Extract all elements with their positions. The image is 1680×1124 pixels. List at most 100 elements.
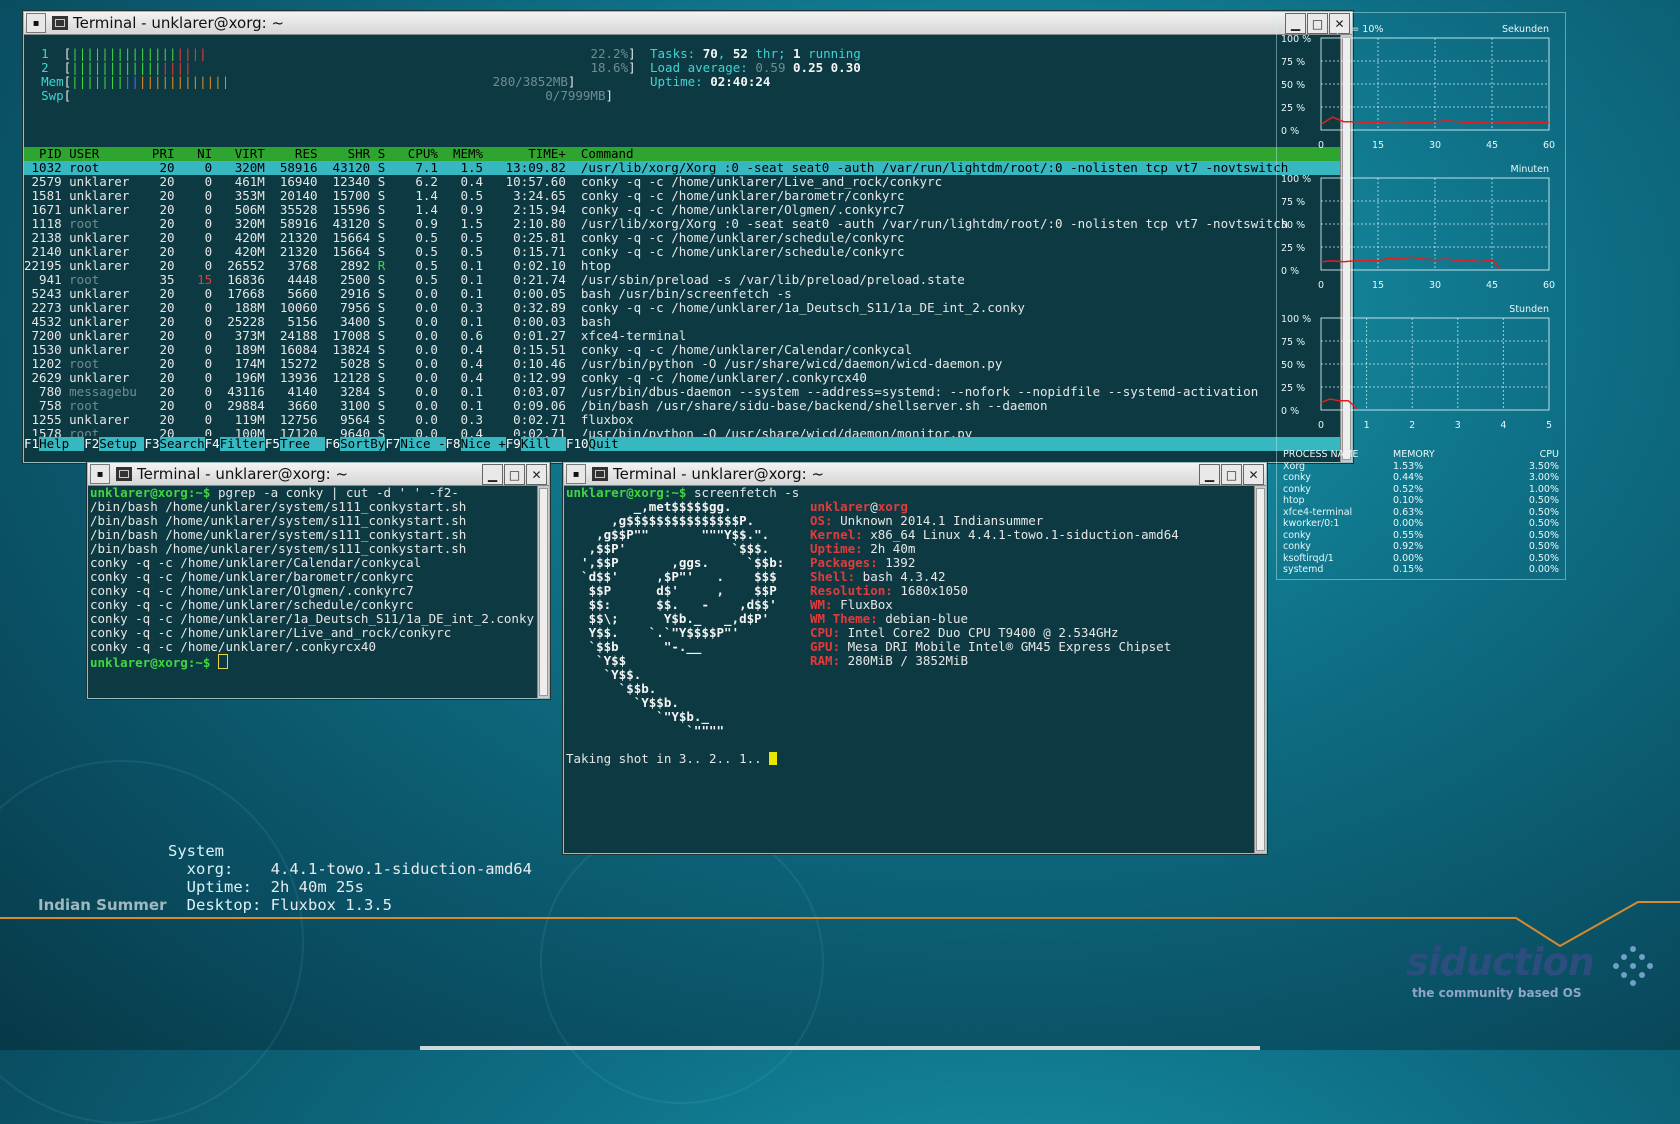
window-menu-icon[interactable]: ▪ bbox=[90, 464, 110, 484]
x-tick-label: 60 bbox=[1543, 280, 1555, 291]
col-cpu: CPU bbox=[1539, 449, 1559, 460]
pgrep-output[interactable]: unklarer@xorg:~$ pgrep -a conky | cut -d… bbox=[88, 486, 537, 698]
process-row[interactable]: 1202 root 20 0 174M 15272 5028 S 0.0 0.4… bbox=[24, 357, 1340, 371]
terminal-icon bbox=[52, 16, 68, 30]
chart-title: Minuten bbox=[1511, 164, 1549, 175]
cursor bbox=[769, 752, 778, 765]
process-table[interactable]: 1032 root 20 0 320M 58916 43120 S 7.1 1.… bbox=[24, 161, 1340, 441]
process-row[interactable]: 2629 unklarer 20 0 196M 13936 12128 S 0.… bbox=[24, 371, 1340, 385]
minimize-icon[interactable]: ▁ bbox=[482, 464, 503, 485]
prompt-line[interactable]: unklarer@xorg:~$ bbox=[90, 654, 537, 670]
process-row[interactable]: 758 root 20 0 29884 3660 3100 S 0.0 0.1 … bbox=[24, 399, 1340, 413]
maximize-icon[interactable]: □ bbox=[1221, 464, 1242, 485]
fkey-f5[interactable]: F5 bbox=[264, 436, 280, 451]
conky-monitor-panel: 100 % 75 % 50 % 25 % 0 % 0 15 30 45 60 Sekunden cpu… bbox=[1276, 12, 1566, 580]
sysinfo-row: xorg: 4.4.1-towo.1-siduction-amd64 bbox=[168, 860, 532, 878]
y-tick-label: 75 % bbox=[1281, 337, 1305, 348]
background-swirl bbox=[540, 820, 824, 1104]
x-tick-label: 0 bbox=[1318, 280, 1324, 291]
fkey-f9[interactable]: F9 bbox=[505, 436, 521, 451]
terminal-icon bbox=[116, 467, 132, 481]
close-icon[interactable]: ✕ bbox=[526, 464, 547, 485]
x-tick-label: 30 bbox=[1429, 280, 1441, 291]
process-row[interactable]: 2140 unklarer 20 0 420M 21320 15664 S 0.… bbox=[24, 245, 1340, 259]
system-info-row: OS: Unknown 2014.1 Indiansummer bbox=[810, 513, 1044, 528]
process-table-header[interactable]: PID USER PRI NI VIRT RES SHR S CPU% MEM%… bbox=[24, 147, 1340, 161]
y-tick-label: 75 % bbox=[1281, 197, 1305, 208]
process-row[interactable]: 7200 unklarer 20 0 373M 24188 17008 S 0.… bbox=[24, 329, 1340, 343]
window-menu-icon[interactable]: ▪ bbox=[566, 464, 586, 484]
theme-label: Indian Summer bbox=[38, 896, 167, 914]
title-bar[interactable]: ▪ Terminal - unklarer@xorg: ~ ▁ □ ✕ bbox=[88, 463, 549, 486]
process-monitor-header: PROCESS NAME MEMORY CPU bbox=[1283, 449, 1559, 461]
system-info-list: OS: Unknown 2014.1 Indiansummer Kernel: x… bbox=[810, 514, 1179, 668]
process-row[interactable]: 2579 unklarer 20 0 461M 16940 12340 S 6.… bbox=[24, 175, 1340, 189]
screenfetch-terminal-window[interactable]: ▪ Terminal - unklarer@xorg: ~ ▁ □ ✕ unkl… bbox=[563, 462, 1267, 854]
chart-title: Stunden bbox=[1509, 304, 1549, 315]
y-tick-label: 0 % bbox=[1281, 266, 1299, 277]
maximize-icon[interactable]: □ bbox=[504, 464, 525, 485]
fkey-f6[interactable]: F6 bbox=[325, 436, 341, 451]
system-info-row: WM Theme: debian-blue bbox=[810, 611, 969, 626]
cpu-series-line bbox=[1320, 398, 1359, 410]
x-tick-label: 0 bbox=[1318, 140, 1324, 151]
process-row[interactable]: 22195 unklarer 20 0 26552 3768 2892 R 0.… bbox=[24, 259, 1340, 273]
process-row[interactable]: 2138 unklarer 20 0 420M 21320 15664 S 0.… bbox=[24, 231, 1340, 245]
scrollbar[interactable] bbox=[1254, 486, 1266, 853]
cpu-meters: 1 [|||||||||||||||||| 22.2%] 2 [||||||||… bbox=[41, 46, 636, 103]
htop-meters: 1 [|||||||||||||||||| 22.2%] 2 [||||||||… bbox=[24, 35, 1340, 147]
htop-terminal-window[interactable]: ▪ Terminal - unklarer@xorg: ~ ▁ □ ✕ 1 [|… bbox=[23, 11, 1353, 463]
y-tick-label: 100 % bbox=[1281, 174, 1311, 185]
system-info-row: GPU: Mesa DRI Mobile Intel® GM45 Express… bbox=[810, 639, 1172, 654]
htop-summary: Tasks: 70, 52 thr; 1 running Load averag… bbox=[650, 46, 861, 89]
x-tick-label: 1 bbox=[1364, 420, 1370, 431]
screenfetch-output[interactable]: unklarer@xorg:~$ screenfetch -s _,met$$$… bbox=[564, 486, 1254, 853]
terminal-icon bbox=[592, 467, 608, 481]
close-icon[interactable]: ✕ bbox=[1243, 464, 1264, 485]
col-process-name: PROCESS NAME bbox=[1283, 449, 1359, 460]
fkey-f3[interactable]: F3 bbox=[144, 436, 160, 451]
process-monitor-row: systemd 0.15% 0.00% bbox=[1283, 564, 1559, 575]
function-key-bar[interactable]: F1Help F2Setup F3SearchF4FilterF5Tree F6… bbox=[24, 436, 1340, 451]
fkey-f4[interactable]: F4 bbox=[204, 436, 220, 451]
fkey-f7[interactable]: F7 bbox=[385, 436, 401, 451]
x-tick-label: 45 bbox=[1486, 280, 1498, 291]
htop-output[interactable]: 1 [|||||||||||||||||| 22.2%] 2 [||||||||… bbox=[24, 35, 1340, 462]
process-row[interactable]: 5243 unklarer 20 0 17668 5660 2916 S 0.0… bbox=[24, 287, 1340, 301]
process-row[interactable]: 1255 unklarer 20 0 119M 12756 9564 S 0.0… bbox=[24, 413, 1340, 427]
user-host: unklarer@xorg bbox=[810, 499, 908, 514]
window-menu-icon[interactable]: ▪ bbox=[26, 13, 46, 33]
pgrep-terminal-window[interactable]: ▪ Terminal - unklarer@xorg: ~ ▁ □ ✕ unkl… bbox=[87, 462, 550, 699]
sysinfo-row: Uptime: 2h 40m 25s bbox=[168, 878, 364, 896]
process-monitor-row: conky 0.52% 1.00% bbox=[1283, 483, 1559, 495]
y-tick-label: 25 % bbox=[1281, 243, 1305, 254]
process-row[interactable]: 941 root 35 15 16836 4448 2500 S 0.5 0.1… bbox=[24, 273, 1340, 287]
window-title: Terminal - unklarer@xorg: ~ bbox=[613, 465, 825, 483]
fkey-f8[interactable]: F8 bbox=[445, 436, 461, 451]
system-info-overlay: System xorg: 4.4.1-towo.1-siduction-amd6… bbox=[168, 842, 532, 914]
title-bar[interactable]: ▪ Terminal - unklarer@xorg: ~ ▁ □ ✕ bbox=[24, 12, 1352, 35]
process-monitor-row: Xorg 1.53% 3.50% bbox=[1283, 460, 1559, 472]
process-row[interactable]: 780 messagebu 20 0 43116 4140 3284 S 0.0… bbox=[24, 385, 1340, 399]
x-tick-label: 15 bbox=[1372, 280, 1384, 291]
process-row[interactable]: 4532 unklarer 20 0 25228 5156 3400 S 0.0… bbox=[24, 315, 1340, 329]
process-row[interactable]: 1032 root 20 0 320M 58916 43120 S 7.1 1.… bbox=[24, 161, 1340, 175]
process-row[interactable]: 1581 unklarer 20 0 353M 20140 15700 S 1.… bbox=[24, 189, 1340, 203]
process-monitor-row: conky 0.55% 0.50% bbox=[1283, 529, 1559, 541]
process-row[interactable]: 1118 root 20 0 320M 58916 43120 S 0.9 1.… bbox=[24, 217, 1340, 231]
fkey-f2[interactable]: F2 bbox=[84, 436, 100, 451]
col-memory: MEMORY bbox=[1393, 449, 1435, 460]
process-monitor-row: ksoftirqd/1 0.00% 0.50% bbox=[1283, 552, 1559, 564]
process-row[interactable]: 1530 unklarer 20 0 189M 16084 13824 S 0.… bbox=[24, 343, 1340, 357]
fkey-f1[interactable]: F1 bbox=[24, 436, 40, 451]
minimize-icon[interactable]: ▁ bbox=[1199, 464, 1220, 485]
y-tick-label: 100 % bbox=[1281, 34, 1311, 45]
fkey-f10[interactable]: F10 bbox=[565, 436, 589, 451]
x-tick-label: 60 bbox=[1543, 140, 1555, 151]
chart-subtitle: cpu = 10% bbox=[1331, 24, 1383, 35]
scrollbar[interactable] bbox=[537, 486, 549, 698]
title-bar[interactable]: ▪ Terminal - unklarer@xorg: ~ ▁ □ ✕ bbox=[564, 463, 1266, 486]
process-row[interactable]: 2273 unklarer 20 0 188M 10060 7956 S 0.0… bbox=[24, 301, 1340, 315]
process-row[interactable]: 1671 unklarer 20 0 506M 35528 15596 S 1.… bbox=[24, 203, 1340, 217]
system-info-row: WM: FluxBox bbox=[810, 597, 893, 612]
